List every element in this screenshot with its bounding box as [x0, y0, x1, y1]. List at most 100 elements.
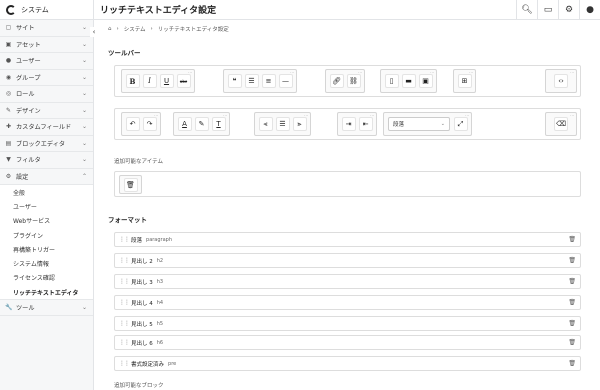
format-select[interactable]: 段落 ⌄ [388, 117, 450, 131]
drag-handle-icon[interactable]: ⋮⋮ [119, 278, 130, 285]
toolbar-group-text[interactable]: ⋯ B I U abc [121, 69, 195, 93]
drag-handle-icon[interactable]: ⋮⋮ [119, 360, 130, 367]
drag-handle-icon[interactable]: ⋮⋮ [119, 299, 130, 306]
outdent-icon[interactable]: ⇤ [358, 117, 373, 131]
toolbar-group-link[interactable]: ⋯ 🔗︎ ⛓ [325, 69, 365, 93]
image-icon[interactable]: ▣ [418, 74, 433, 88]
strikethrough-button[interactable]: abc [176, 74, 191, 88]
format-row[interactable]: ⋮⋮ 見出し 4 h4 🗑︎ [114, 295, 581, 310]
sidebar-item-role[interactable]: ◎ ロール ⌄ [0, 86, 93, 103]
sidebar-item-asset[interactable]: ▣ アセット ⌄ [0, 37, 93, 53]
toolbar-group-style[interactable]: ⋯ A ✎ T [173, 112, 230, 136]
sidebar-item-tools[interactable]: 🔧 ツール ⌄ [0, 299, 93, 316]
subnav-item-plugin[interactable]: プラグイン [0, 228, 93, 242]
drag-handle-icon[interactable]: ⋯ [188, 71, 192, 75]
link-icon[interactable]: 🔗︎ [329, 74, 344, 88]
subnav-item-rebuild-trigger[interactable]: 再構築トリガー [0, 242, 93, 256]
align-center-icon[interactable]: ☰ [275, 117, 290, 131]
toolbar-group-available[interactable]: 🗑︎ [119, 175, 142, 194]
sidebar-item-design[interactable]: ✎ デザイン ⌄ [0, 103, 93, 119]
drag-handle-icon[interactable]: ⋯ [370, 114, 374, 118]
format-row[interactable]: ⋮⋮ 見出し 5 h5 🗑︎ [114, 316, 581, 331]
brand[interactable]: システム [0, 0, 93, 20]
drag-handle-icon[interactable]: ⋮⋮ [119, 236, 130, 243]
sidebar-item-group[interactable]: ◉ グループ ⌄ [0, 70, 93, 86]
trash-icon[interactable]: 🗑︎ [568, 339, 576, 346]
window-icon[interactable]: ▭ [538, 0, 558, 20]
underline-button[interactable]: U [159, 74, 174, 88]
toolbar-group-block[interactable]: ⋯ ❝ ☰ ≡ — [223, 69, 297, 93]
trash-icon[interactable]: 🗑︎ [568, 360, 576, 367]
drag-handle-icon[interactable]: ⋮⋮ [119, 257, 130, 264]
search-icon[interactable]: 🔍︎ [517, 0, 537, 20]
trash-icon[interactable]: 🗑︎ [568, 278, 576, 285]
highlight-icon[interactable]: ✎ [194, 117, 209, 131]
trash-icon[interactable]: 🗑︎ [568, 257, 576, 264]
table-icon[interactable]: ⊞ [457, 74, 472, 88]
drag-handle-icon[interactable]: ⋯ [223, 114, 227, 118]
toolbar-group-indent[interactable]: ⋯ ⇥ ⇤ [337, 112, 377, 136]
drag-handle-icon[interactable]: ⋮⋮ [119, 339, 130, 346]
undo-icon[interactable]: ↶ [125, 117, 140, 131]
drag-handle-icon[interactable]: ⋯ [465, 114, 469, 118]
drag-handle-icon[interactable]: ⋯ [570, 114, 574, 118]
trash-icon[interactable]: 🗑︎ [568, 299, 576, 306]
asset-icon[interactable]: ▬ [401, 74, 416, 88]
toolbar-group-extra[interactable]: ⋯ ⌫ [545, 112, 577, 136]
horizontal-rule-button[interactable]: — [278, 74, 293, 88]
drag-handle-icon[interactable]: ⋯ [570, 71, 574, 75]
trash-icon[interactable]: 🗑︎ [568, 320, 576, 327]
subnav-item-general[interactable]: 全般 [0, 185, 93, 199]
drag-handle-icon[interactable]: ⋯ [290, 71, 294, 75]
toolbar-group-align[interactable]: ⋯ ⫷ ☰ ⫸ [254, 112, 311, 136]
source-code-icon[interactable]: ‹› [554, 74, 568, 88]
subnav-item-license[interactable]: ライセンス確認 [0, 271, 93, 285]
sidebar-item-filter[interactable]: ▼ フィルタ ⌄ [0, 152, 93, 169]
toolbar-group-history[interactable]: ⋯ ↶ ↷ [121, 112, 161, 136]
toolbar-group-format[interactable]: ⋯ 段落 ⌄ ⤢ [383, 112, 472, 136]
bold-button[interactable]: B [125, 74, 140, 88]
format-row[interactable]: ⋮⋮ 見出し 2 h2 🗑︎ [114, 253, 581, 268]
toolbar-group-source[interactable]: ⋯ ‹› [545, 69, 577, 93]
drag-handle-icon[interactable]: ⋯ [358, 71, 362, 75]
blockquote-button[interactable]: ❝ [227, 74, 242, 88]
subnav-item-user[interactable]: ユーザー [0, 199, 93, 213]
indent-icon[interactable]: ⇥ [341, 117, 356, 131]
sidebar-item-user[interactable]: ● ユーザー ⌄ [0, 53, 93, 70]
breadcrumb-item[interactable]: システム [124, 25, 146, 33]
align-left-icon[interactable]: ⫷ [258, 117, 273, 131]
numbered-list-button[interactable]: ≡ [261, 74, 276, 88]
drag-handle-icon[interactable]: ⋯ [154, 114, 158, 118]
trash-icon[interactable]: 🗑︎ [123, 177, 138, 192]
sidebar-item-block-editor[interactable]: ▤ ブロックエディタ ⌄ [0, 136, 93, 152]
drag-handle-icon[interactable]: ⋯ [430, 71, 434, 75]
format-row[interactable]: ⋮⋮ 段落 paragraph 🗑︎ [114, 232, 581, 247]
format-row[interactable]: ⋮⋮ 見出し 3 h3 🗑︎ [114, 274, 581, 289]
home-icon[interactable]: ⌂ [108, 26, 112, 32]
redo-icon[interactable]: ↷ [142, 117, 157, 131]
trash-icon[interactable]: 🗑︎ [568, 236, 576, 243]
drag-handle-icon[interactable]: ⋯ [469, 71, 473, 75]
sidebar-item-settings[interactable]: ⚙ 設定 ⌃ [0, 169, 93, 185]
drag-handle-icon[interactable]: ⋯ [304, 114, 308, 118]
format-row[interactable]: ⋮⋮ 書式設定済み pre 🗑︎ [114, 356, 581, 371]
user-icon[interactable]: ● [580, 0, 600, 20]
drag-handle-icon[interactable]: ⋮⋮ [119, 320, 130, 327]
italic-button[interactable]: I [142, 74, 157, 88]
sidebar-item-site[interactable]: ▢ サイト ⌄ [0, 20, 93, 37]
align-right-icon[interactable]: ⫸ [292, 117, 307, 131]
eraser-icon[interactable]: ⌫ [554, 117, 568, 131]
unlink-icon[interactable]: ⛓ [346, 74, 361, 88]
collapse-sidebar-button[interactable]: ‹ [90, 27, 98, 37]
toolbar-group-insert[interactable]: ⋯ ▯ ▬ ▣ [380, 69, 437, 93]
sidebar-item-custom-field[interactable]: ✚ カスタムフィールド ⌄ [0, 119, 93, 136]
bulleted-list-button[interactable]: ☰ [244, 74, 259, 88]
subnav-item-webservice[interactable]: Webサービス [0, 214, 93, 228]
gear-icon[interactable]: ⚙ [559, 0, 579, 20]
toolbar-group-table[interactable]: ⋯ ⊞ [453, 69, 476, 93]
subnav-item-system-info[interactable]: システム情報 [0, 256, 93, 270]
subnav-item-richtext-editor[interactable]: リッチテキストエディタ [0, 285, 93, 299]
file-icon[interactable]: ▯ [384, 74, 399, 88]
clear-format-button[interactable]: T [211, 117, 226, 131]
text-color-button[interactable]: A [177, 117, 192, 131]
